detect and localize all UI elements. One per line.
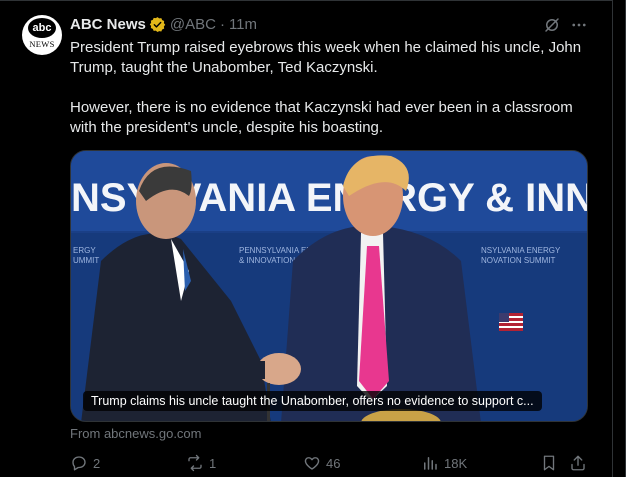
tweet-paragraph: However, there is no evidence that Kaczy… bbox=[70, 99, 573, 136]
link-source[interactable]: From abcnews.go.com bbox=[70, 426, 202, 441]
view-count: 18K bbox=[444, 455, 468, 471]
separator: · bbox=[219, 15, 225, 33]
svg-text:NSYLVANIA ENERGY: NSYLVANIA ENERGY bbox=[481, 246, 561, 255]
link-card-caption[interactable]: Trump claims his uncle taught the Unabom… bbox=[83, 391, 542, 411]
news-photo: NSYLVANIA ENERGY & INNOVATIO ERGY UMMIT … bbox=[71, 151, 587, 421]
svg-text:NOVATION SUMMIT: NOVATION SUMMIT bbox=[481, 256, 555, 265]
timestamp[interactable]: 11m bbox=[229, 16, 257, 33]
share-button[interactable] bbox=[569, 454, 587, 472]
reply-icon bbox=[72, 456, 86, 471]
action-bar: 2 1 46 18K bbox=[70, 454, 590, 476]
verified-badge-icon[interactable] bbox=[149, 16, 166, 33]
reply-button[interactable]: 2 bbox=[70, 454, 100, 472]
grok-icon[interactable] bbox=[543, 16, 561, 34]
bookmark-icon bbox=[543, 455, 555, 471]
share-icon bbox=[571, 455, 585, 471]
like-button[interactable]: 46 bbox=[303, 454, 340, 472]
author-handle[interactable]: @ABC bbox=[170, 16, 216, 33]
link-card-image[interactable]: NSYLVANIA ENERGY & INNOVATIO ERGY UMMIT … bbox=[70, 150, 588, 422]
svg-text:UMMIT: UMMIT bbox=[73, 256, 99, 265]
tweet-header: ABC News @ABC · 11m bbox=[70, 14, 257, 34]
repost-icon bbox=[188, 454, 202, 472]
more-options-icon[interactable] bbox=[570, 16, 588, 34]
divider bbox=[0, 0, 612, 1]
author-name[interactable]: ABC News bbox=[70, 16, 146, 33]
repost-button[interactable]: 1 bbox=[186, 454, 216, 472]
heart-icon bbox=[304, 457, 320, 470]
like-count: 46 bbox=[326, 455, 341, 471]
divider bbox=[612, 0, 613, 477]
reply-count: 2 bbox=[93, 455, 101, 471]
tweet-text: President Trump raised eyebrows this wee… bbox=[70, 38, 600, 138]
avatar-logo-subtext: NEWS bbox=[29, 39, 55, 49]
repost-count: 1 bbox=[209, 455, 217, 471]
views-icon bbox=[424, 457, 437, 470]
tweet-paragraph: President Trump raised eyebrows this wee… bbox=[70, 39, 582, 76]
bookmark-button[interactable] bbox=[540, 454, 558, 472]
tweet-card[interactable]: abc NEWS ABC News @ABC · 11m President T… bbox=[0, 0, 626, 477]
avatar[interactable]: abc NEWS bbox=[22, 15, 62, 55]
avatar-logo-text: abc bbox=[28, 18, 56, 38]
views-button[interactable]: 18K bbox=[421, 454, 467, 472]
svg-text:ERGY: ERGY bbox=[73, 246, 96, 255]
